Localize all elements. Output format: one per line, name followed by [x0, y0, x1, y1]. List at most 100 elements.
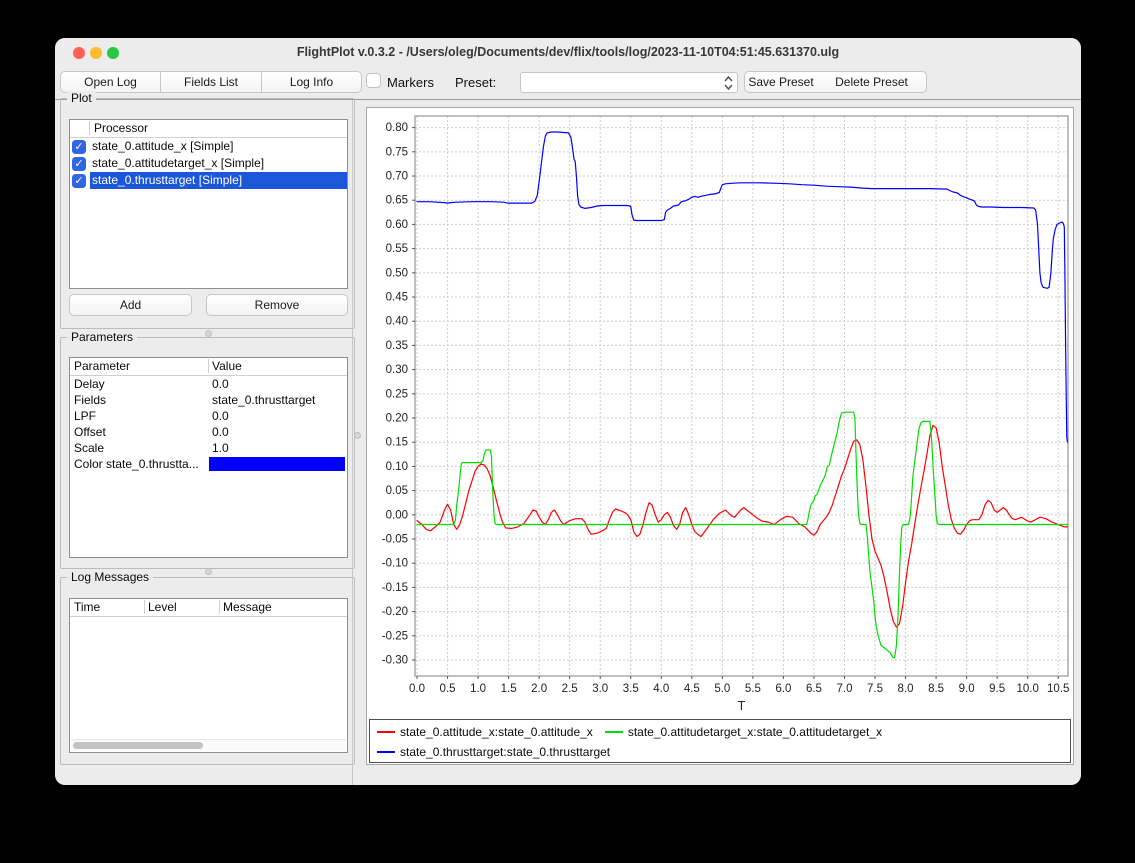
parameter-row[interactable]: Scale 1.0: [70, 440, 347, 456]
legend-item: state_0.attitude_x:state_0.attitude_x: [377, 725, 593, 739]
svg-text:0.15: 0.15: [386, 437, 408, 449]
level-column-header: Level: [148, 600, 177, 614]
log-info-button[interactable]: Log Info: [262, 71, 362, 93]
parameter-row[interactable]: Offset0.0: [70, 424, 347, 440]
save-preset-button[interactable]: Save Preset: [744, 71, 818, 93]
svg-text:0.40: 0.40: [386, 316, 408, 328]
parameter-column-header: Parameter: [74, 359, 130, 373]
toolbar: Open Log Fields List Log Info Markers Pr…: [55, 66, 1081, 100]
splitter-handle[interactable]: [205, 330, 212, 337]
plot-list-item[interactable]: ✓ state_0.thrusttarget [Simple]: [70, 172, 347, 189]
titlebar: FlightPlot v.0.3.2 - /Users/oleg/Documen…: [55, 38, 1081, 66]
svg-text:3.0: 3.0: [592, 683, 608, 695]
svg-text:0.80: 0.80: [386, 122, 408, 134]
chart-panel: 0.800.750.700.650.600.550.500.450.400.35…: [366, 107, 1074, 765]
combobox-stepper-icon: [723, 75, 734, 90]
svg-text:4.0: 4.0: [653, 683, 669, 695]
svg-text:0.60: 0.60: [386, 219, 408, 231]
legend-line-icon: [377, 751, 395, 753]
parameters-table-header: Parameter Value: [70, 358, 347, 376]
fields-list-button[interactable]: Fields List: [161, 71, 262, 93]
markers-checkbox[interactable]: [366, 73, 381, 88]
parameters-group: Parameters Parameter Value Delay0.0Field…: [60, 337, 355, 569]
checked-checkbox-icon[interactable]: ✓: [72, 174, 86, 188]
plot-item-label: state_0.thrusttarget [Simple]: [90, 172, 347, 189]
parameter-name: LPF: [74, 408, 96, 424]
value-column-header: Value: [212, 359, 242, 373]
parameter-value: 0.0: [212, 408, 229, 424]
svg-text:9.5: 9.5: [989, 683, 1005, 695]
svg-text:8.0: 8.0: [898, 683, 914, 695]
splitter-handle[interactable]: [354, 432, 361, 439]
plot-item-label: state_0.attitude_x [Simple]: [90, 138, 347, 155]
time-column-header: Time: [74, 600, 100, 614]
plot-list-item[interactable]: ✓ state_0.attitudetarget_x [Simple]: [70, 155, 347, 172]
preset-label: Preset:: [455, 75, 496, 90]
preset-combobox[interactable]: [520, 72, 738, 93]
svg-text:-0.15: -0.15: [382, 582, 408, 594]
legend-label: state_0.attitude_x:state_0.attitude_x: [400, 725, 593, 739]
legend-label: state_0.attitudetarget_x:state_0.attitud…: [628, 725, 882, 739]
svg-text:3.5: 3.5: [623, 683, 639, 695]
chart-legend: state_0.attitude_x:state_0.attitude_xsta…: [369, 719, 1071, 763]
svg-text:0.75: 0.75: [386, 146, 408, 158]
svg-text:7.5: 7.5: [867, 683, 883, 695]
svg-text:0.70: 0.70: [386, 171, 408, 183]
checked-checkbox-icon[interactable]: ✓: [72, 140, 86, 154]
close-button[interactable]: [73, 47, 85, 59]
parameter-row[interactable]: Delay0.0: [70, 376, 347, 392]
minimize-button[interactable]: [90, 47, 102, 59]
svg-text:T: T: [738, 699, 746, 713]
markers-label: Markers: [387, 75, 434, 90]
parameter-row[interactable]: LPF 0.0: [70, 408, 347, 424]
svg-text:0.50: 0.50: [386, 267, 408, 279]
parameters-table: Parameter Value Delay0.0Fieldsstate_0.th…: [69, 357, 348, 558]
svg-text:0.35: 0.35: [386, 340, 408, 352]
svg-text:-0.25: -0.25: [382, 630, 408, 642]
remove-button[interactable]: Remove: [206, 294, 348, 316]
svg-text:6.5: 6.5: [806, 683, 822, 695]
parameter-row[interactable]: Fieldsstate_0.thrusttarget: [70, 392, 347, 408]
legend-item: state_0.thrusttarget:state_0.thrusttarge…: [377, 745, 610, 759]
svg-text:0.10: 0.10: [386, 461, 408, 473]
parameter-name: Scale: [74, 440, 104, 456]
checked-checkbox-icon[interactable]: ✓: [72, 157, 86, 171]
svg-text:1.0: 1.0: [470, 683, 486, 695]
svg-text:5.5: 5.5: [745, 683, 761, 695]
svg-text:4.5: 4.5: [684, 683, 700, 695]
plot-list-item[interactable]: ✓ state_0.attitude_x [Simple]: [70, 138, 347, 155]
svg-text:0.30: 0.30: [386, 364, 408, 376]
svg-text:9.0: 9.0: [959, 683, 975, 695]
parameter-value: 1.0: [212, 440, 229, 456]
plot-group: Plot Processor ✓state_0.attitude_x [Simp…: [60, 98, 355, 329]
svg-text:-0.30: -0.30: [382, 655, 408, 667]
chart-canvas[interactable]: 0.800.750.700.650.600.550.500.450.400.35…: [367, 108, 1073, 718]
svg-text:0.00: 0.00: [386, 509, 408, 521]
svg-text:0.65: 0.65: [386, 195, 408, 207]
svg-text:0.25: 0.25: [386, 388, 408, 400]
parameter-name: Offset: [74, 424, 106, 440]
panel-splitter[interactable]: [352, 100, 353, 785]
svg-text:0.45: 0.45: [386, 292, 408, 304]
processor-list: Processor ✓state_0.attitude_x [Simple]✓s…: [69, 119, 348, 289]
parameter-row[interactable]: Color state_0.thrustta...: [70, 456, 347, 472]
delete-preset-button[interactable]: Delete Preset: [817, 71, 927, 93]
svg-text:5.0: 5.0: [714, 683, 730, 695]
svg-text:2.0: 2.0: [531, 683, 547, 695]
color-swatch[interactable]: [209, 457, 345, 471]
svg-text:0.05: 0.05: [386, 485, 408, 497]
parameters-group-title: Parameters: [67, 330, 137, 344]
open-log-button[interactable]: Open Log: [60, 71, 161, 93]
parameter-name: Delay: [74, 376, 105, 392]
svg-text:-0.10: -0.10: [382, 558, 408, 570]
plot-group-title: Plot: [67, 91, 96, 105]
horizontal-scrollbar[interactable]: [71, 739, 346, 751]
splitter-handle[interactable]: [205, 568, 212, 575]
add-button[interactable]: Add: [69, 294, 192, 316]
scrollbar-thumb[interactable]: [73, 742, 203, 749]
window-title: FlightPlot v.0.3.2 - /Users/oleg/Documen…: [55, 38, 1081, 66]
parameter-name: Color state_0.thrustta...: [74, 456, 199, 472]
parameter-value: state_0.thrusttarget: [212, 392, 315, 408]
maximize-button[interactable]: [107, 47, 119, 59]
plot-item-label: state_0.attitudetarget_x [Simple]: [90, 155, 347, 172]
